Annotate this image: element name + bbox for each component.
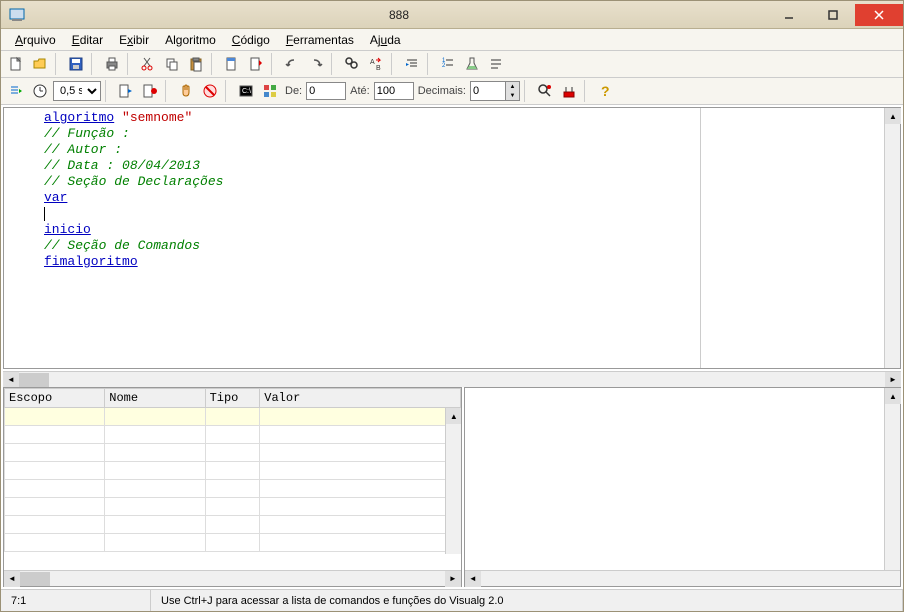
col-valor[interactable]: Valor: [260, 389, 461, 408]
redo-icon[interactable]: [305, 53, 327, 75]
menubar: Arquivo Editar Exibir Algoritmo Código F…: [1, 29, 903, 51]
maximize-button[interactable]: [811, 4, 855, 26]
cut-icon[interactable]: [137, 53, 159, 75]
vartable-vscroll[interactable]: ▲: [445, 408, 461, 554]
print-icon[interactable]: [101, 53, 123, 75]
bookmark-icon[interactable]: [221, 53, 243, 75]
statusbar: 7:1 Use Ctrl+J para acessar a lista de c…: [1, 589, 903, 611]
minimize-button[interactable]: [767, 4, 811, 26]
scroll-up-icon[interactable]: ▲: [885, 388, 901, 404]
replace-icon[interactable]: AB: [365, 53, 387, 75]
paste-icon[interactable]: [185, 53, 207, 75]
step-icon[interactable]: [115, 80, 137, 102]
editor-vscroll[interactable]: ▲: [884, 108, 900, 368]
win-icon[interactable]: [259, 80, 281, 102]
stop-icon[interactable]: [199, 80, 221, 102]
timer-combo[interactable]: 0,5 s: [53, 81, 101, 101]
menu-algoritmo[interactable]: Algoritmo: [159, 31, 222, 49]
scroll-up-icon[interactable]: ▲: [446, 408, 461, 424]
titlebar: 888: [1, 1, 903, 29]
format-icon[interactable]: [485, 53, 507, 75]
scroll-up-icon[interactable]: ▲: [885, 108, 901, 124]
table-row[interactable]: [5, 480, 461, 498]
scroll-left-icon[interactable]: ◄: [3, 372, 19, 388]
editor-hscroll[interactable]: ◄ ►: [3, 371, 901, 387]
svg-text:?: ?: [601, 83, 610, 99]
menu-codigo[interactable]: Código: [226, 31, 276, 49]
editor-area: algoritmo "semnome"// Função :// Autor :…: [3, 107, 901, 369]
ate-label: Até:: [350, 85, 370, 97]
indent-icon[interactable]: [401, 53, 423, 75]
table-row[interactable]: [5, 534, 461, 552]
editor-right-pane: ▲: [700, 108, 900, 368]
output-vscroll[interactable]: ▲: [884, 388, 900, 570]
spinner-up-icon[interactable]: ▲: [505, 82, 519, 91]
watch-icon[interactable]: [558, 80, 580, 102]
code-editor[interactable]: algoritmo "semnome"// Função :// Autor :…: [4, 108, 700, 368]
help-icon[interactable]: ?: [594, 80, 616, 102]
inspect-icon[interactable]: [534, 80, 556, 102]
undo-icon[interactable]: [281, 53, 303, 75]
menu-editar[interactable]: Editar: [66, 31, 109, 49]
menu-arquivo[interactable]: Arquivo: [9, 31, 62, 49]
table-row[interactable]: [5, 408, 461, 426]
svg-text:B: B: [376, 65, 381, 72]
svg-text:C:\: C:\: [242, 88, 251, 95]
decimals-spinner[interactable]: 0▲▼: [470, 81, 520, 101]
svg-text:A: A: [370, 59, 375, 66]
scroll-right-icon[interactable]: ►: [445, 571, 461, 587]
copy-icon[interactable]: [161, 53, 183, 75]
col-tipo[interactable]: Tipo: [205, 389, 260, 408]
table-row[interactable]: [5, 516, 461, 534]
save-icon[interactable]: [65, 53, 87, 75]
dec-label: Decimais:: [418, 85, 466, 97]
breakpoint-icon[interactable]: [139, 80, 161, 102]
toolbar-1: AB 12: [1, 51, 903, 78]
window-title: 888: [31, 8, 767, 22]
table-row[interactable]: [5, 426, 461, 444]
vartable-hscroll[interactable]: ◄ ►: [4, 570, 461, 586]
table-row[interactable]: [5, 498, 461, 516]
variables-table[interactable]: Escopo Nome Tipo Valor ▲: [4, 388, 461, 570]
find-icon[interactable]: [341, 53, 363, 75]
svg-text:2: 2: [442, 63, 446, 69]
menu-ferramentas[interactable]: Ferramentas: [280, 31, 360, 49]
app-icon: [9, 7, 25, 23]
run-list-icon[interactable]: [5, 80, 27, 102]
open-file-icon[interactable]: [29, 53, 51, 75]
menu-exibir[interactable]: Exibir: [113, 31, 155, 49]
table-row[interactable]: [5, 462, 461, 480]
console-icon[interactable]: C:\: [235, 80, 257, 102]
flask-icon[interactable]: [461, 53, 483, 75]
scroll-right-icon[interactable]: ►: [885, 372, 901, 388]
de-input[interactable]: [306, 82, 346, 100]
table-row[interactable]: [5, 444, 461, 462]
new-file-icon[interactable]: [5, 53, 27, 75]
col-nome[interactable]: Nome: [105, 389, 205, 408]
toolbar-2: 0,5 s C:\ De: Até: Decimais: 0▲▼ ?: [1, 78, 903, 105]
scroll-left-icon[interactable]: ◄: [465, 571, 481, 587]
status-message: Use Ctrl+J para acessar a lista de coman…: [151, 590, 903, 611]
numbered-icon[interactable]: 12: [437, 53, 459, 75]
scroll-left-icon[interactable]: ◄: [4, 571, 20, 587]
menu-ajuda[interactable]: Ajuda: [364, 31, 407, 49]
variables-pane: Escopo Nome Tipo Valor ▲ ◄ ►: [3, 387, 462, 587]
spinner-down-icon[interactable]: ▼: [505, 91, 519, 100]
clock-icon[interactable]: [29, 80, 51, 102]
ate-input[interactable]: [374, 82, 414, 100]
output-pane: ▲ ◄: [464, 387, 901, 587]
de-label: De:: [285, 85, 302, 97]
output-area[interactable]: ▲: [465, 388, 900, 570]
output-hscroll[interactable]: ◄: [465, 570, 900, 586]
close-button[interactable]: [855, 4, 903, 26]
goto-bookmark-icon[interactable]: [245, 53, 267, 75]
cursor-position: 7:1: [1, 590, 151, 611]
hand-icon[interactable]: [175, 80, 197, 102]
col-escopo[interactable]: Escopo: [5, 389, 105, 408]
